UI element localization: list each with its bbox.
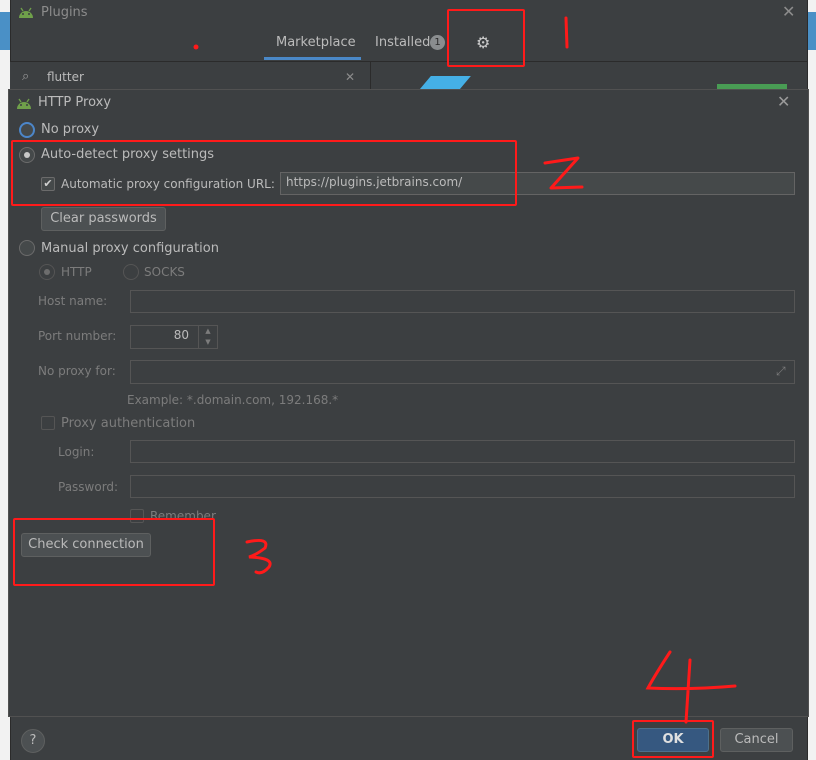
host-name-label: Host name: [38, 294, 108, 308]
plugin-search-input[interactable]: flutter [47, 70, 84, 84]
no-proxy-radio[interactable] [19, 122, 35, 138]
plugins-close-icon[interactable]: ✕ [782, 2, 795, 21]
password-input[interactable] [130, 475, 795, 498]
clear-passwords-button[interactable]: Clear passwords [41, 207, 166, 231]
annotation-box-4 [632, 720, 714, 758]
tab-marketplace[interactable]: Marketplace [276, 35, 356, 50]
manual-proxy-radio[interactable] [19, 240, 35, 256]
android-icon [18, 5, 34, 22]
annotation-box-2 [11, 140, 517, 206]
http-label: HTTP [61, 265, 92, 279]
ide-selection-left [0, 12, 10, 50]
password-label: Password: [58, 480, 119, 494]
expand-icon[interactable]: ⤢ [776, 364, 786, 379]
annotation-box-1 [447, 9, 525, 67]
cancel-button[interactable]: Cancel [720, 728, 793, 752]
no-proxy-for-input[interactable] [130, 360, 795, 384]
http-radio[interactable] [39, 264, 55, 280]
port-spinner[interactable]: ▲ ▼ [198, 326, 217, 348]
plugins-window-title: Plugins [41, 5, 88, 20]
port-number-label: Port number: [38, 329, 117, 343]
tab-installed[interactable]: Installed [375, 35, 430, 50]
login-label: Login: [58, 445, 95, 459]
installed-count-badge: 1 [430, 35, 445, 50]
close-icon[interactable]: ✕ [777, 92, 790, 111]
no-proxy-for-label: No proxy for: [38, 364, 116, 378]
proxy-auth-label: Proxy authentication [61, 416, 196, 431]
example-hint: Example: *.domain.com, 192.168.* [127, 393, 339, 407]
ide-selection-right [808, 12, 816, 50]
manual-proxy-label[interactable]: Manual proxy configuration [41, 241, 219, 256]
login-input[interactable] [130, 440, 795, 463]
search-icon: ⌕ [22, 69, 30, 84]
clear-search-icon[interactable]: ✕ [345, 70, 355, 84]
host-name-input[interactable] [130, 290, 795, 313]
socks-label: SOCKS [144, 265, 185, 279]
socks-radio[interactable] [123, 264, 139, 280]
ide-background-right [808, 0, 816, 760]
help-button[interactable]: ? [21, 729, 45, 753]
no-proxy-label[interactable]: No proxy [41, 122, 99, 137]
dialog-title: HTTP Proxy [38, 95, 112, 110]
proxy-auth-checkbox[interactable] [41, 416, 55, 430]
android-icon [16, 96, 32, 113]
annotation-box-3 [13, 518, 215, 586]
tab-active-indicator [264, 57, 361, 60]
